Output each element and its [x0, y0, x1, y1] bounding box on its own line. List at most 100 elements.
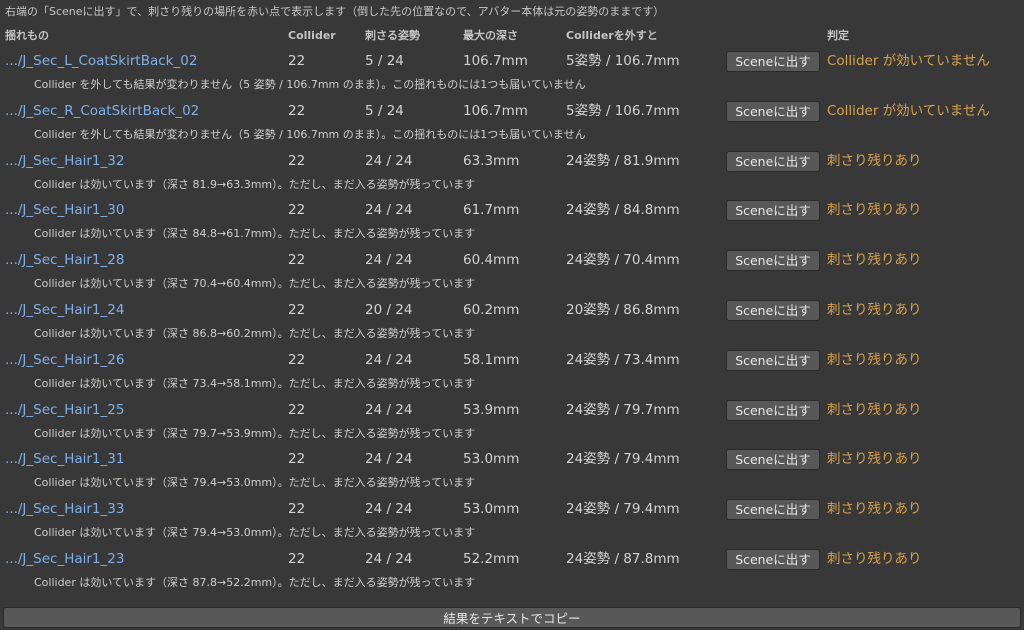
- without-collider: 24姿勢 / 87.8mm: [566, 550, 680, 567]
- verdict-label: Collider が効いていません: [827, 102, 990, 119]
- without-collider: 24姿勢 / 79.4mm: [566, 501, 680, 518]
- bone-link[interactable]: .../J_Sec_Hair1_26: [5, 351, 124, 369]
- table-row: .../J_Sec_Hair1_33 22 24 / 24 53.0mm 24姿勢 / …: [0, 494, 1024, 544]
- penetrating-poses: 24 / 24: [365, 202, 413, 219]
- bone-link[interactable]: .../J_Sec_Hair1_28: [5, 251, 124, 269]
- penetrating-poses: 24 / 24: [365, 451, 413, 468]
- show-in-scene-button[interactable]: Sceneに出す: [726, 100, 820, 122]
- without-collider: 24姿勢 / 73.4mm: [566, 351, 680, 368]
- bone-link[interactable]: .../J_Sec_Hair1_30: [5, 201, 124, 219]
- collider-count: 22: [288, 301, 306, 318]
- header-depth: 最大の深さ: [463, 29, 518, 42]
- bone-link[interactable]: .../J_Sec_Hair1_23: [5, 550, 124, 568]
- verdict-label: 刺さり残りあり: [827, 501, 922, 518]
- bone-link[interactable]: .../J_Sec_R_CoatSkirtBack_02: [5, 102, 199, 120]
- table-row: .../J_Sec_Hair1_28 22 24 / 24 60.4mm 24姿勢 / …: [0, 245, 1024, 295]
- row-detail: Collider は効いています（深さ 73.4→58.1mm）。ただし、まだ入…: [34, 376, 476, 390]
- row-detail: Collider は効いています（深さ 79.4→53.0mm）。ただし、まだ入…: [34, 476, 476, 490]
- collider-count: 22: [288, 202, 306, 219]
- row-main: .../J_Sec_Hair1_23 22 24 / 24 52.2mm 24姿勢 / …: [0, 544, 1024, 574]
- collider-count: 22: [288, 252, 306, 269]
- without-collider: 5姿勢 / 106.7mm: [566, 53, 680, 69]
- row-main: .../J_Sec_Hair1_28 22 24 / 24 60.4mm 24姿勢 / …: [0, 245, 1024, 275]
- without-collider: 5姿勢 / 106.7mm: [566, 102, 680, 119]
- header-bone: 揺れもの: [5, 29, 49, 42]
- bone-link[interactable]: .../J_Sec_Hair1_32: [5, 152, 124, 170]
- bone-link[interactable]: .../J_Sec_L_CoatSkirtBack_02: [5, 52, 197, 70]
- header-collider: Collider: [288, 29, 336, 42]
- bone-link[interactable]: .../J_Sec_Hair1_25: [5, 401, 124, 419]
- row-detail: Collider は効いています（深さ 70.4→60.4mm）。ただし、まだ入…: [34, 277, 476, 291]
- collider-count: 22: [288, 401, 306, 418]
- row-main: .../J_Sec_L_CoatSkirtBack_02 22 5 / 24 106.…: [0, 46, 1024, 76]
- show-in-scene-button[interactable]: Sceneに出す: [726, 250, 820, 272]
- penetrating-poses: 24 / 24: [365, 152, 413, 169]
- header-poses: 刺さる姿勢: [365, 29, 420, 42]
- collider-count: 22: [288, 102, 306, 119]
- show-in-scene-button[interactable]: Sceneに出す: [726, 51, 820, 72]
- bone-link[interactable]: .../J_Sec_Hair1_24: [5, 301, 124, 319]
- penetrating-poses: 5 / 24: [365, 102, 404, 119]
- collider-count: 22: [288, 501, 306, 518]
- table-row: .../J_Sec_Hair1_24 22 20 / 24 60.2mm 20姿勢 / …: [0, 295, 1024, 345]
- copy-results-button[interactable]: 結果をテキストでコピー: [3, 607, 1021, 628]
- table-row: .../J_Sec_Hair1_31 22 24 / 24 53.0mm 24姿勢 / …: [0, 444, 1024, 494]
- collider-count: 22: [288, 451, 306, 468]
- verdict-label: 刺さり残りあり: [827, 351, 922, 368]
- instruction-hint: 右端の「Sceneに出す」で、刺さり残りの場所を赤い点で表示します（倒した先の位…: [5, 5, 665, 18]
- verdict-label: 刺さり残りあり: [827, 550, 922, 567]
- max-depth: 106.7mm: [463, 102, 528, 119]
- row-main: .../J_Sec_Hair1_25 22 24 / 24 53.9mm 24姿勢 / …: [0, 395, 1024, 425]
- row-detail: Collider は効いています（深さ 79.7→53.9mm）。ただし、まだ入…: [34, 426, 476, 440]
- verdict-label: 刺さり残りあり: [827, 202, 922, 219]
- penetrating-poses: 5 / 24: [365, 53, 404, 69]
- penetrating-poses: 24 / 24: [365, 401, 413, 418]
- show-in-scene-button[interactable]: Sceneに出す: [726, 349, 820, 371]
- row-main: .../J_Sec_Hair1_33 22 24 / 24 53.0mm 24姿勢 / …: [0, 494, 1024, 524]
- verdict-label: 刺さり残りあり: [827, 152, 922, 169]
- table-header: 揺れもの Collider 刺さる姿勢 最大の深さ Colliderを外すと 判…: [0, 26, 1024, 46]
- row-detail: Collider は効いています（深さ 79.4→53.0mm）。ただし、まだ入…: [34, 526, 476, 540]
- max-depth: 60.2mm: [463, 301, 520, 318]
- row-main: .../J_Sec_Hair1_32 22 24 / 24 63.3mm 24姿勢 / …: [0, 146, 1024, 176]
- table-row: .../J_Sec_Hair1_23 22 24 / 24 52.2mm 24姿勢 / …: [0, 544, 1024, 594]
- show-in-scene-button[interactable]: Sceneに出す: [726, 548, 820, 570]
- verdict-label: 刺さり残りあり: [827, 301, 922, 318]
- table-row: .../J_Sec_R_CoatSkirtBack_02 22 5 / 24 106.…: [0, 96, 1024, 146]
- verdict-label: 刺さり残りあり: [827, 451, 922, 468]
- without-collider: 24姿勢 / 79.7mm: [566, 401, 680, 418]
- bone-link[interactable]: .../J_Sec_Hair1_33: [5, 500, 124, 518]
- row-detail: Collider は効いています（深さ 81.9→63.3mm）。ただし、まだ入…: [34, 177, 476, 191]
- max-depth: 53.0mm: [463, 501, 520, 518]
- table-row: .../J_Sec_L_CoatSkirtBack_02 22 5 / 24 106.…: [0, 46, 1024, 96]
- penetrating-poses: 24 / 24: [365, 550, 413, 567]
- table-row: .../J_Sec_Hair1_32 22 24 / 24 63.3mm 24姿勢 / …: [0, 146, 1024, 196]
- row-main: .../J_Sec_Hair1_26 22 24 / 24 58.1mm 24姿勢 / …: [0, 345, 1024, 375]
- row-main: .../J_Sec_Hair1_31 22 24 / 24 53.0mm 24姿勢 / …: [0, 444, 1024, 474]
- verdict-label: 刺さり残りあり: [827, 401, 922, 418]
- show-in-scene-button[interactable]: Sceneに出す: [726, 299, 820, 321]
- header-verdict: 判定: [827, 29, 849, 42]
- max-depth: 106.7mm: [463, 53, 528, 69]
- show-in-scene-button[interactable]: Sceneに出す: [726, 449, 820, 471]
- without-collider: 20姿勢 / 86.8mm: [566, 301, 680, 318]
- verdict-label: Collider が効いていません: [827, 53, 990, 69]
- max-depth: 60.4mm: [463, 252, 520, 269]
- bone-link[interactable]: .../J_Sec_Hair1_31: [5, 450, 124, 468]
- collider-count: 22: [288, 53, 306, 69]
- without-collider: 24姿勢 / 70.4mm: [566, 252, 680, 269]
- row-main: .../J_Sec_R_CoatSkirtBack_02 22 5 / 24 106.…: [0, 96, 1024, 126]
- without-collider: 24姿勢 / 81.9mm: [566, 152, 680, 169]
- table-row: .../J_Sec_Hair1_26 22 24 / 24 58.1mm 24姿勢 / …: [0, 345, 1024, 395]
- show-in-scene-button[interactable]: Sceneに出す: [726, 150, 820, 172]
- row-main: .../J_Sec_Hair1_30 22 24 / 24 61.7mm 24姿勢 / …: [0, 195, 1024, 225]
- show-in-scene-button[interactable]: Sceneに出す: [726, 399, 820, 421]
- results-list[interactable]: .../J_Sec_L_CoatSkirtBack_02 22 5 / 24 106.…: [0, 46, 1024, 606]
- show-in-scene-button[interactable]: Sceneに出す: [726, 200, 820, 222]
- row-detail: Collider を外しても結果が変わりません（5 姿勢 / 106.7mm の…: [34, 127, 586, 141]
- row-detail: Collider は効いています（深さ 87.8→52.2mm）。ただし、まだ入…: [34, 575, 476, 589]
- show-in-scene-button[interactable]: Sceneに出す: [726, 499, 820, 521]
- row-detail: Collider を外しても結果が変わりません（5 姿勢 / 106.7mm の…: [34, 78, 586, 91]
- without-collider: 24姿勢 / 79.4mm: [566, 451, 680, 468]
- max-depth: 58.1mm: [463, 351, 520, 368]
